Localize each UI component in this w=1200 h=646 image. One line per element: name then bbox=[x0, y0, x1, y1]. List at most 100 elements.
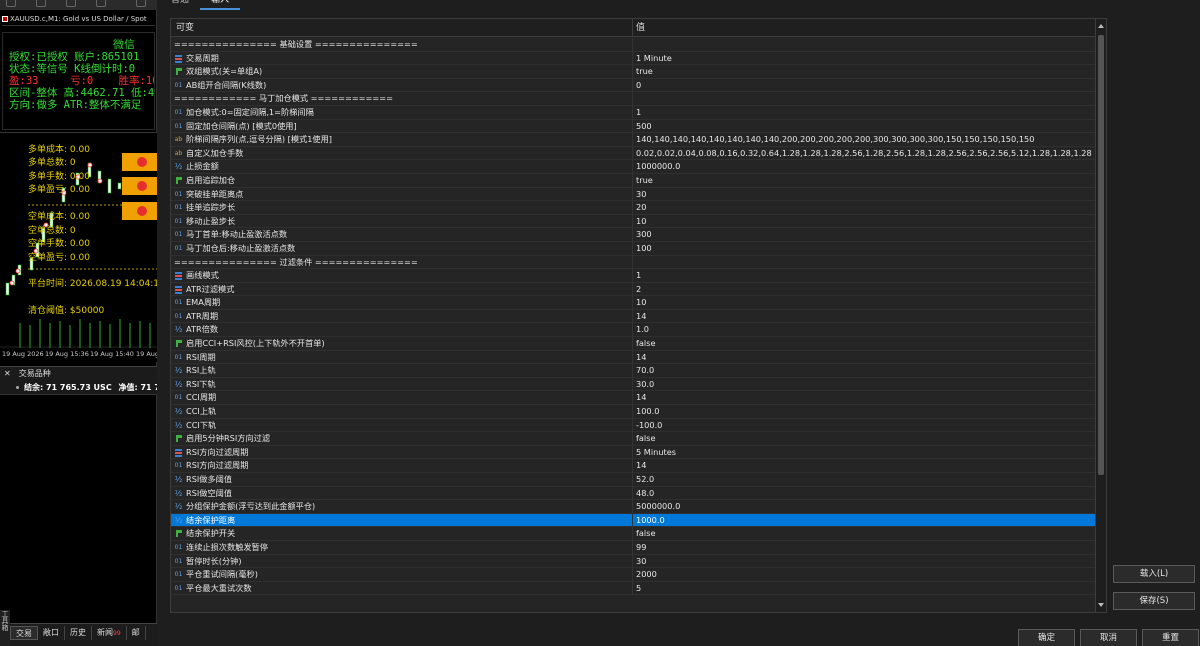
input-parameter-row[interactable]: 01 AB组开合间隔(K线数) 0 bbox=[171, 78, 1096, 93]
parameter-value[interactable]: 1 Minute bbox=[636, 52, 672, 66]
parameter-value[interactable]: 100.0 bbox=[636, 405, 659, 419]
parameter-value[interactable]: 1 bbox=[636, 269, 641, 283]
input-parameter-row[interactable]: RSI方向过滤周期 5 Minutes bbox=[171, 445, 1096, 460]
parameter-value[interactable]: 300 bbox=[636, 228, 652, 242]
section-separator-row[interactable]: =============== 过滤条件 =============== bbox=[171, 255, 1096, 270]
scrollbar-thumb[interactable] bbox=[1098, 35, 1104, 475]
parameter-value[interactable]: true bbox=[636, 65, 653, 79]
input-parameter-row[interactable]: 01 马丁首单:移动止盈激活点数 300 bbox=[171, 228, 1096, 242]
input-parameter-row[interactable]: ½ RSI下轨 30.0 bbox=[171, 377, 1096, 392]
parameter-value[interactable]: 100 bbox=[636, 242, 652, 256]
parameter-value[interactable]: 30.0 bbox=[636, 378, 654, 392]
parameter-value[interactable]: 5 Minutes bbox=[636, 446, 676, 460]
input-parameter-row[interactable]: ½ ATR倍数 1.0 bbox=[171, 323, 1096, 338]
tab-mail[interactable]: 邮 bbox=[127, 626, 146, 640]
price-chart[interactable]: 多单成本: 0.00 多单总数: 0 多单手数: 0.00 多单盈亏: 0.00… bbox=[0, 132, 157, 362]
input-parameter-row[interactable]: 01 CCI周期 14 bbox=[171, 391, 1096, 406]
input-parameter-row[interactable]: 双组模式(关=单组A) true bbox=[171, 65, 1096, 79]
scroll-up-icon[interactable] bbox=[1098, 24, 1104, 28]
parameter-value[interactable]: 48.0 bbox=[636, 487, 654, 501]
input-parameter-row[interactable]: 01 RSI周期 14 bbox=[171, 350, 1096, 365]
load-button[interactable]: 载入(L) bbox=[1113, 565, 1195, 583]
parameter-value[interactable]: 10 bbox=[636, 296, 646, 310]
parameter-value[interactable]: 1000.0 bbox=[636, 514, 665, 528]
toolbar-icon[interactable] bbox=[66, 0, 76, 7]
toolbar-icon[interactable] bbox=[136, 0, 146, 7]
toolbar-icon[interactable] bbox=[36, 0, 46, 7]
input-parameter-row[interactable]: ½ CCI上轨 100.0 bbox=[171, 405, 1096, 419]
column-divider[interactable] bbox=[632, 19, 633, 37]
input-parameter-row[interactable]: 01 平仓最大重试次数 5 bbox=[171, 581, 1096, 596]
vertical-scrollbar[interactable] bbox=[1095, 19, 1106, 612]
parameter-value[interactable]: 99 bbox=[636, 541, 646, 555]
input-parameter-row[interactable]: ½ CCI下轨 -100.0 bbox=[171, 418, 1096, 433]
account-balance-row[interactable]: 结余: 71 765.73 USC 净值: 71 765 bbox=[0, 380, 157, 395]
parameter-value[interactable]: -100.0 bbox=[636, 419, 662, 433]
input-parameter-row[interactable]: 01 移动止盈步长 10 bbox=[171, 214, 1096, 229]
section-separator-row[interactable]: =============== 基础设置 =============== bbox=[171, 38, 1096, 52]
parameter-value[interactable]: 14 bbox=[636, 351, 646, 365]
tab-inputs[interactable]: 输入 bbox=[200, 0, 241, 10]
input-parameter-row[interactable]: 01 ATR周期 14 bbox=[171, 309, 1096, 324]
parameter-value[interactable]: 2000 bbox=[636, 568, 657, 582]
parameter-value[interactable]: false bbox=[636, 337, 655, 351]
save-button[interactable]: 保存(S) bbox=[1113, 592, 1195, 610]
input-parameter-row[interactable]: 01 RSI方向过滤周期 14 bbox=[171, 459, 1096, 473]
section-separator-row[interactable]: ============ 马丁加仓模式 ============ bbox=[171, 92, 1096, 106]
input-parameter-row[interactable]: ab 自定义加仓手数 0.02,0.02,0.04,0.08,0.16,0.32,0… bbox=[171, 146, 1096, 161]
parameter-value[interactable]: 30 bbox=[636, 188, 646, 202]
toolbar-icon[interactable] bbox=[96, 0, 106, 7]
input-parameter-row[interactable]: 启用追踪加仓 true bbox=[171, 173, 1096, 188]
parameter-value[interactable]: 52.0 bbox=[636, 473, 654, 487]
parameter-value[interactable]: 10 bbox=[636, 215, 646, 229]
tab-trade[interactable]: 交易 bbox=[10, 626, 38, 640]
tab-history[interactable]: 历史 bbox=[65, 626, 92, 640]
input-parameter-row[interactable]: 01 突破挂单距离点 30 bbox=[171, 187, 1096, 202]
parameter-value[interactable]: 5000000.0 bbox=[636, 500, 680, 514]
input-parameter-row[interactable]: ½ 止损金额 1000000.0 bbox=[171, 160, 1096, 174]
input-parameter-row[interactable]: 01 挂单追踪步长 20 bbox=[171, 201, 1096, 215]
input-parameter-row[interactable]: 01 加仓模式:0=固定间隔,1=阶梯间隔 1 bbox=[171, 105, 1096, 120]
input-parameter-row[interactable]: 01 固定加仓间隔(点) [模式0使用] 500 bbox=[171, 119, 1096, 134]
parameter-value[interactable]: 1.0 bbox=[636, 323, 649, 337]
scroll-down-icon[interactable] bbox=[1098, 603, 1104, 607]
input-parameter-row[interactable]: ATR过滤模式 2 bbox=[171, 282, 1096, 297]
parameter-value[interactable]: 0 bbox=[636, 79, 641, 93]
tab-exposure[interactable]: 敞口 bbox=[38, 626, 65, 640]
input-parameter-row[interactable]: 启用CCI+RSI风控(上下轨外不开首单) false bbox=[171, 337, 1096, 351]
toolbar-icon[interactable] bbox=[6, 0, 16, 7]
input-parameter-row[interactable]: 01 暂停时长(分钟) 30 bbox=[171, 554, 1096, 569]
input-parameter-row[interactable]: 01 马丁加仓后:移动止盈激活点数 100 bbox=[171, 241, 1096, 256]
column-header-value[interactable]: 值 bbox=[636, 19, 645, 37]
input-parameter-row[interactable]: 启用5分钟RSI方向过滤 false bbox=[171, 432, 1096, 446]
input-parameter-row[interactable]: 结余保护开关 false bbox=[171, 527, 1096, 541]
input-parameter-row[interactable]: 交易周期 1 Minute bbox=[171, 51, 1096, 66]
tab-common[interactable]: 普通 bbox=[160, 0, 200, 10]
parameter-value[interactable]: 14 bbox=[636, 459, 646, 473]
parameter-value[interactable]: 0.02,0.02,0.04,0.08,0.16,0.32,0.64,1.28,… bbox=[636, 147, 1092, 161]
parameter-value[interactable]: false bbox=[636, 432, 655, 446]
input-parameter-row[interactable]: ½ RSI做多阈值 52.0 bbox=[171, 473, 1096, 487]
input-parameter-row[interactable]: ½ 结余保护距离 1000.0 bbox=[171, 513, 1096, 528]
cancel-button[interactable]: 取消 bbox=[1080, 629, 1137, 646]
parameter-value[interactable]: 70.0 bbox=[636, 364, 654, 378]
input-parameter-row[interactable]: 01 连续止损次数触发暂停 99 bbox=[171, 540, 1096, 555]
parameter-value[interactable]: 140,140,140,140,140,140,140,140,200,200,… bbox=[636, 133, 1034, 147]
toolbox-vertical-tab[interactable]: 工具箱 bbox=[0, 610, 10, 646]
reset-button[interactable]: 重置 bbox=[1142, 629, 1199, 646]
ok-button[interactable]: 确定 bbox=[1018, 629, 1075, 646]
parameter-value[interactable]: 14 bbox=[636, 310, 646, 324]
parameter-value[interactable]: 500 bbox=[636, 120, 652, 134]
input-parameter-row[interactable]: ½ RSI上轨 70.0 bbox=[171, 364, 1096, 378]
parameter-value[interactable]: false bbox=[636, 527, 655, 541]
parameter-value[interactable]: 2 bbox=[636, 283, 641, 297]
tab-news[interactable]: 新闻99 bbox=[92, 626, 127, 640]
parameter-value[interactable]: 30 bbox=[636, 555, 646, 569]
input-parameter-row[interactable]: 01 平仓重试间隔(毫秒) 2000 bbox=[171, 568, 1096, 582]
parameter-value[interactable]: 14 bbox=[636, 391, 646, 405]
close-icon[interactable]: ✕ bbox=[4, 369, 11, 378]
parameter-value[interactable]: 5 bbox=[636, 582, 641, 596]
input-parameter-row[interactable]: 01 EMA周期 10 bbox=[171, 296, 1096, 310]
input-parameter-row[interactable]: ab 阶梯间隔序列(点,逗号分隔) [模式1使用] 140,140,140,140,… bbox=[171, 133, 1096, 147]
parameter-value[interactable]: true bbox=[636, 174, 653, 188]
